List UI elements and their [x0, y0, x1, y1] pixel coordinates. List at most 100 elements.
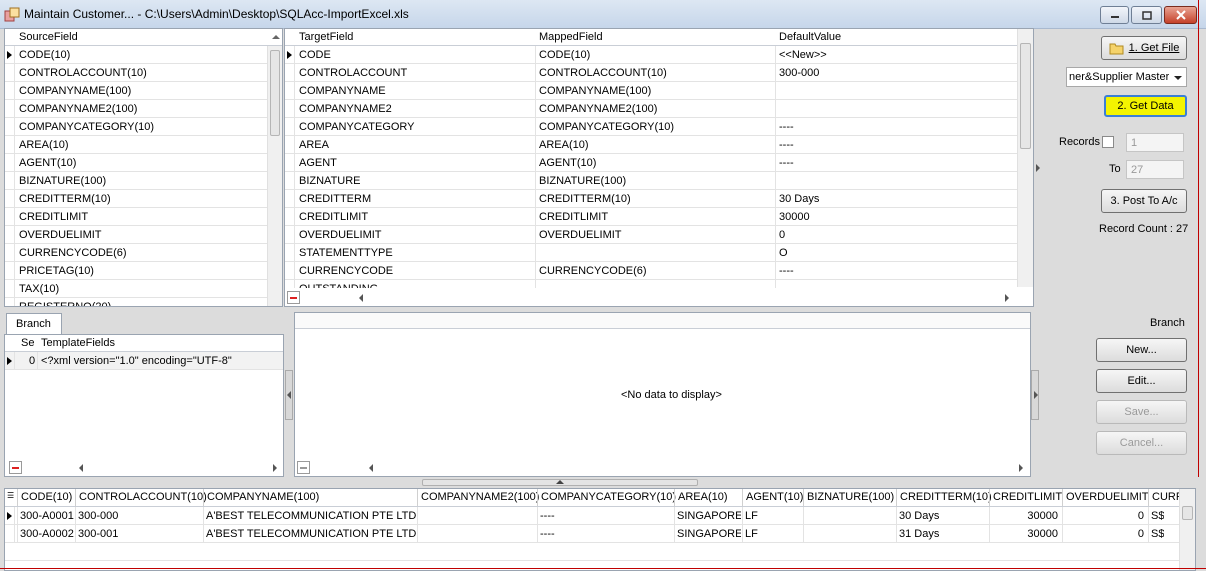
table-row[interactable]: CODE CODE(10) <<New>>: [285, 46, 1033, 64]
edit-button[interactable]: Edit...: [1096, 369, 1187, 393]
list-item[interactable]: OVERDUELIMIT: [5, 226, 282, 244]
list-item[interactable]: REGISTERNO(20): [5, 298, 282, 306]
table-row[interactable]: STATEMENTTYPE O: [285, 244, 1033, 262]
detail-grid[interactable]: <No data to display>: [294, 312, 1031, 477]
scroll-up-icon[interactable]: [272, 35, 280, 39]
close-button[interactable]: [1164, 6, 1197, 24]
tab-branch[interactable]: Branch: [6, 313, 62, 335]
preview-column-header[interactable]: CREDITLIMIT: [993, 491, 1062, 503]
records-from-stepper[interactable]: 1: [1126, 133, 1184, 152]
remove-row-button[interactable]: [9, 461, 22, 474]
preview-cell: A'BEST TELECOMMUNICATION PTE LTD: [206, 510, 416, 522]
list-item[interactable]: COMPANYCATEGORY(10): [5, 118, 282, 136]
source-field-grid[interactable]: SourceField CODE(10) CONTROLACCOUNT(10) CO…: [4, 28, 283, 307]
preview-column-header[interactable]: COMPANYNAME(100): [207, 491, 319, 503]
preview-column-header[interactable]: CODE(10): [21, 491, 72, 503]
source-vertical-scrollbar[interactable]: [267, 46, 282, 306]
default-value-header: DefaultValue: [779, 31, 842, 43]
list-item[interactable]: PRICETAG(10): [5, 262, 282, 280]
splitter-collapse-right[interactable]: [1031, 370, 1039, 420]
minimize-button[interactable]: [1100, 6, 1129, 24]
preview-cell: 30 Days: [899, 510, 940, 522]
preview-column-header[interactable]: COMPANYCATEGORY(10): [541, 491, 676, 503]
list-item[interactable]: CODE(10): [5, 46, 282, 64]
new-button[interactable]: New...: [1096, 338, 1187, 362]
preview-column-header[interactable]: AREA(10): [678, 491, 728, 503]
mapping-vertical-scrollbar[interactable]: [1017, 29, 1033, 287]
branch-grid-header: Se TemplateFields: [5, 335, 283, 352]
table-row[interactable]: AGENT AGENT(10) ----: [285, 154, 1033, 172]
branch-template-grid[interactable]: Se TemplateFields 0 <?xml version="1.0" …: [4, 334, 284, 477]
scroll-thumb[interactable]: [270, 50, 280, 136]
maximize-button[interactable]: [1131, 6, 1162, 24]
sheet-select[interactable]: ner&Supplier Master$': [1066, 67, 1187, 87]
scroll-left-icon[interactable]: [79, 464, 83, 472]
source-field-header: SourceField: [19, 31, 78, 43]
scroll-left-icon[interactable]: [369, 464, 373, 472]
field-mapping-grid[interactable]: TargetField MappedField DefaultValue COD…: [284, 28, 1034, 307]
table-row[interactable]: COMPANYCATEGORY COMPANYCATEGORY(10) ----: [285, 118, 1033, 136]
list-item[interactable]: AGENT(10): [5, 154, 282, 172]
table-row[interactable]: COMPANYNAME2 COMPANYNAME2(100): [285, 100, 1033, 118]
list-item[interactable]: CURRENCYCODE(6): [5, 244, 282, 262]
scroll-right-icon[interactable]: [1005, 294, 1009, 302]
save-label: Save...: [1124, 406, 1159, 418]
preview-cell: 300-001: [78, 528, 119, 540]
table-row[interactable]: CURRENCYCODE CURRENCYCODE(6) ----: [285, 262, 1033, 280]
table-row[interactable]: BIZNATURE BIZNATURE(100): [285, 172, 1033, 190]
list-item[interactable]: CONTROLACCOUNT(10): [5, 64, 282, 82]
splitter-collapse-left[interactable]: [285, 370, 293, 420]
get-file-button[interactable]: 1. Get File: [1101, 36, 1187, 60]
table-row[interactable]: OUTSTANDING: [285, 280, 1033, 288]
list-item[interactable]: AREA(10): [5, 136, 282, 154]
target-field-cell: COMPANYCATEGORY: [299, 121, 415, 133]
list-item[interactable]: COMPANYNAME(100): [5, 82, 282, 100]
preview-column-header[interactable]: BIZNATURE(100): [807, 491, 894, 503]
list-item[interactable]: BIZNATURE(100): [5, 172, 282, 190]
mapped-field-cell: CREDITLIMIT: [539, 211, 609, 223]
preview-column-header[interactable]: CONTROLACCOUNT(10): [79, 491, 207, 503]
scroll-right-icon[interactable]: [273, 464, 277, 472]
preview-vertical-scrollbar[interactable]: [1179, 489, 1195, 570]
preview-column-header[interactable]: OVERDUELIMIT: [1066, 491, 1149, 503]
column-chooser-icon[interactable]: ☰: [7, 491, 14, 500]
preview-data-grid[interactable]: ☰ CODE(10) CONTROLACCOUNT(10) COMPANYNAME(1…: [4, 488, 1196, 571]
table-row[interactable]: AREA AREA(10) ----: [285, 136, 1033, 154]
remove-row-button[interactable]: [297, 461, 310, 474]
table-row[interactable]: 300-A0001 300-000 A'BEST TELECOMMUNICATION…: [5, 507, 1195, 525]
table-row[interactable]: CONTROLACCOUNT CONTROLACCOUNT(10) 300-000: [285, 64, 1033, 82]
list-item[interactable]: COMPANYNAME2(100): [5, 100, 282, 118]
template-cell: <?xml version="1.0" encoding="UTF-8": [41, 355, 232, 367]
preview-column-header[interactable]: AGENT(10): [746, 491, 803, 503]
records-to-stepper[interactable]: 27: [1126, 160, 1184, 179]
horizontal-splitter[interactable]: [422, 479, 698, 486]
scroll-thumb[interactable]: [1182, 506, 1193, 520]
scroll-left-icon[interactable]: [359, 294, 363, 302]
list-item[interactable]: CREDITLIMIT: [5, 208, 282, 226]
source-grid-header: SourceField: [5, 29, 282, 46]
table-row[interactable]: CREDITLIMIT CREDITLIMIT 30000: [285, 208, 1033, 226]
target-field-cell: CREDITLIMIT: [299, 211, 369, 223]
records-checkbox[interactable]: [1102, 136, 1114, 148]
table-row[interactable]: 300-A0002 300-001 A'BEST TELECOMMUNICATION…: [5, 525, 1195, 543]
scroll-right-icon[interactable]: [1019, 464, 1023, 472]
remove-row-button[interactable]: [287, 291, 300, 304]
table-row[interactable]: COMPANYNAME COMPANYNAME(100): [285, 82, 1033, 100]
table-row[interactable]: [5, 543, 1195, 561]
preview-column-header[interactable]: COMPANYNAME2(100): [421, 491, 539, 503]
preview-cell: SINGAPORE: [677, 528, 741, 540]
get-data-label: 2. Get Data: [1117, 100, 1174, 112]
post-to-account-button[interactable]: 3. Post To A/c: [1101, 189, 1187, 213]
target-field-cell: CODE: [299, 49, 331, 61]
preview-column-header[interactable]: CREDITTERM(10): [900, 491, 992, 503]
save-button[interactable]: Save...: [1096, 400, 1187, 424]
source-field-list: CODE(10) CONTROLACCOUNT(10) COMPANYNAME(10…: [5, 46, 282, 306]
list-item[interactable]: TAX(10): [5, 280, 282, 298]
table-row[interactable]: OVERDUELIMIT OVERDUELIMIT 0: [285, 226, 1033, 244]
table-row[interactable]: 0 <?xml version="1.0" encoding="UTF-8": [5, 352, 283, 370]
scroll-thumb[interactable]: [1020, 43, 1031, 149]
get-data-button[interactable]: 2. Get Data: [1104, 95, 1187, 117]
table-row[interactable]: CREDITTERM CREDITTERM(10) 30 Days: [285, 190, 1033, 208]
list-item[interactable]: CREDITTERM(10): [5, 190, 282, 208]
cancel-button[interactable]: Cancel...: [1096, 431, 1187, 455]
